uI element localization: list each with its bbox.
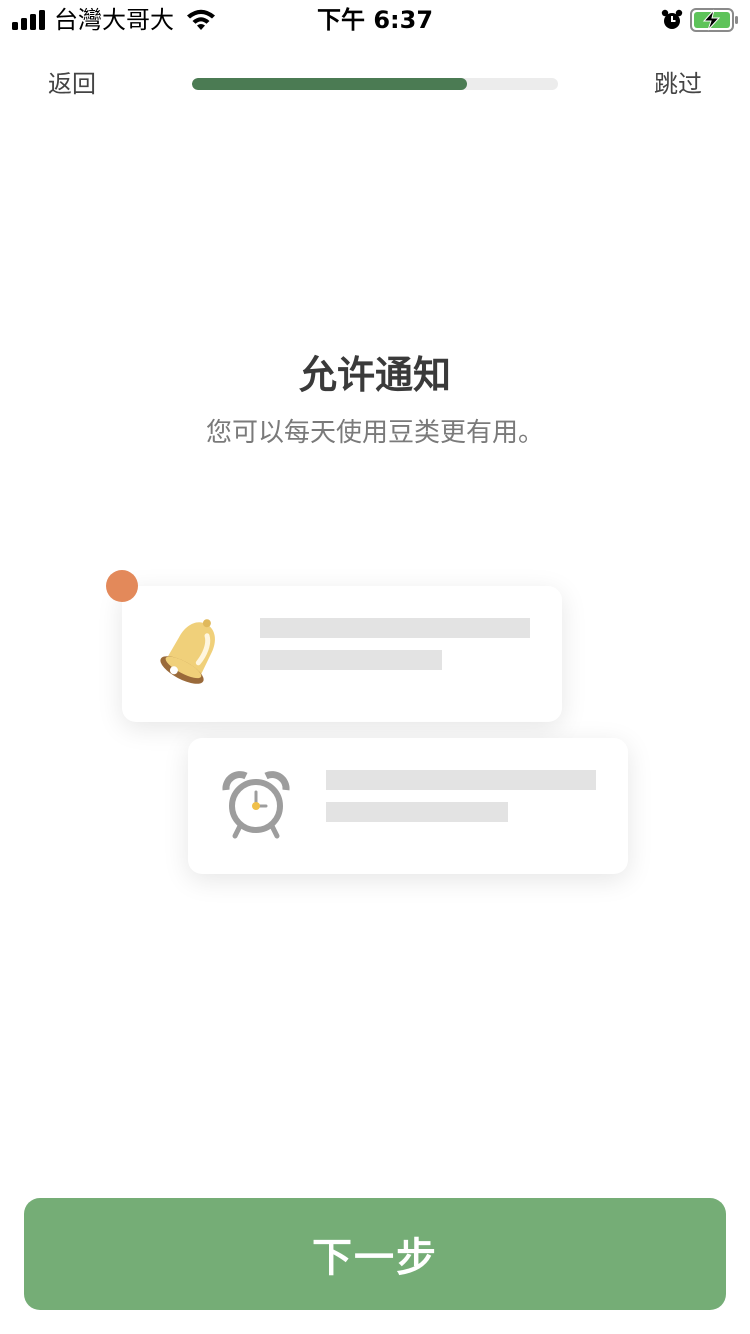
alarm-icon [661, 9, 683, 29]
placeholder-line [326, 802, 508, 822]
progress-bar [192, 78, 558, 90]
bell-icon [160, 619, 215, 684]
skip-button[interactable]: 跳过 [654, 70, 702, 98]
next-step-button[interactable]: 下一步 [24, 1198, 726, 1310]
progress-fill [192, 78, 467, 90]
onboarding-notification-page: 台灣大哥大 下午 6:37 返回 跳过 允许通知 您可以每天使用豆类更有用。 下… [0, 0, 750, 1334]
status-time: 下午 6:37 [316, 6, 434, 34]
notification-card-bell [122, 586, 562, 722]
notification-badge-dot [106, 570, 138, 602]
battery-charging-icon [690, 8, 738, 32]
placeholder-line [260, 650, 442, 670]
page-subtitle: 您可以每天使用豆类更有用。 [205, 418, 544, 448]
notification-card-alarm [188, 738, 628, 874]
back-button[interactable]: 返回 [48, 70, 96, 98]
placeholder-line [260, 618, 530, 638]
alarm-clock-icon [222, 771, 290, 839]
status-bar: 台灣大哥大 下午 6:37 [0, 0, 750, 40]
page-title: 允许通知 [298, 353, 451, 397]
placeholder-line [326, 770, 596, 790]
